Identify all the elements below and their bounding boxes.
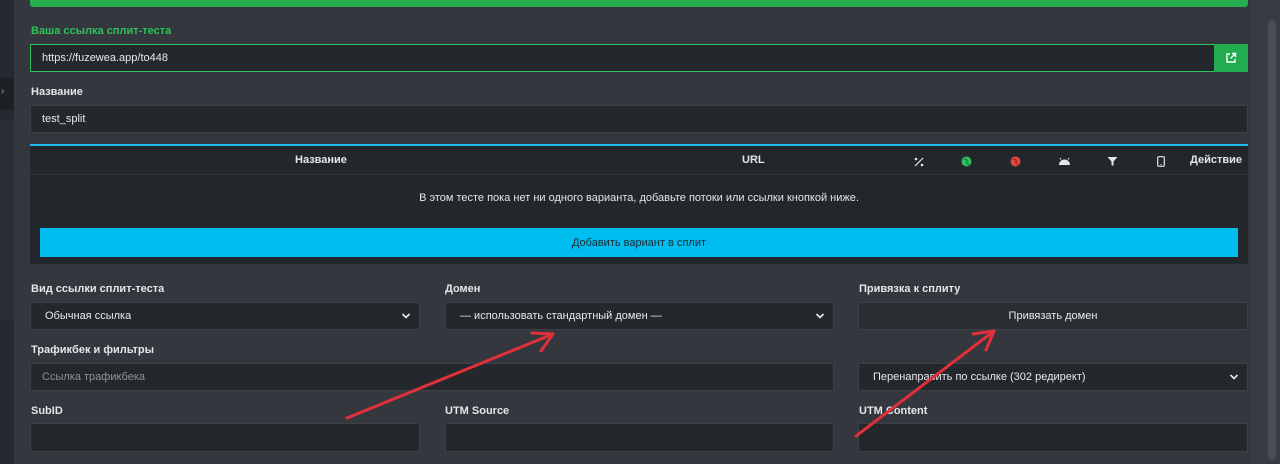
redirect-type-selected: Перенаправить по ссылке (302 редирект) xyxy=(873,371,1086,383)
bind-domain-button[interactable]: Привязать домен xyxy=(858,302,1248,330)
split-link-field[interactable]: https://fuzewea.app/to448 xyxy=(30,44,1215,72)
name-label: Название xyxy=(31,86,83,98)
chevron-down-icon xyxy=(1229,374,1239,380)
right-scroll-area xyxy=(1250,0,1280,464)
percent-icon xyxy=(914,154,924,172)
domain-label: Домен xyxy=(445,283,481,295)
utm-content-input[interactable] xyxy=(858,423,1248,452)
utm-source-input[interactable] xyxy=(445,423,834,452)
android-icon xyxy=(1058,154,1071,172)
link-type-label: Вид ссылки сплит-теста xyxy=(31,283,165,295)
open-link-button[interactable] xyxy=(1214,44,1248,72)
external-link-icon xyxy=(1226,52,1237,63)
scrollbar[interactable] xyxy=(1268,20,1276,460)
subid-label: SubID xyxy=(31,405,63,417)
left-sidebar-edge: › xyxy=(0,0,14,464)
column-header-action: Действие xyxy=(1190,154,1242,166)
add-variant-button[interactable]: Добавить вариант в сплит xyxy=(40,228,1238,257)
split-link-label: Ваша ссылка сплит-теста xyxy=(31,25,172,37)
column-header-name: Название xyxy=(295,154,347,166)
name-input[interactable]: test_split xyxy=(30,105,1248,133)
domain-selected: — использовать стандартный домен — xyxy=(460,310,662,322)
utm-content-label: UTM Content xyxy=(859,405,928,417)
mobile-icon xyxy=(1157,154,1165,172)
sidebar-section xyxy=(0,120,14,320)
column-header-url: URL xyxy=(742,154,765,166)
chevron-down-icon xyxy=(815,313,825,319)
table-header-divider xyxy=(30,174,1248,175)
empty-table-message: В этом тесте пока нет ни одного варианта… xyxy=(419,192,859,204)
link-type-select[interactable]: Обычная ссылка xyxy=(30,302,420,330)
success-bar xyxy=(30,0,1248,7)
chevron-down-icon xyxy=(401,313,411,319)
binding-label: Привязка к сплиту xyxy=(859,283,961,295)
redirect-type-select[interactable]: Перенаправить по ссылке (302 редирект) xyxy=(858,363,1248,391)
domain-select[interactable]: — использовать стандартный домен — xyxy=(445,302,834,330)
chevron-right-icon[interactable]: › xyxy=(1,86,4,97)
link-type-selected: Обычная ссылка xyxy=(45,310,132,322)
filter-icon xyxy=(1107,154,1118,172)
globe-red-icon xyxy=(1010,154,1021,172)
subid-input[interactable] xyxy=(30,423,420,452)
globe-green-icon xyxy=(961,154,972,172)
trafficback-label: Трафикбек и фильтры xyxy=(31,344,154,356)
trafficback-url-input[interactable]: Ссылка трафикбека xyxy=(30,363,834,391)
utm-source-label: UTM Source xyxy=(445,405,510,417)
variants-table: Название URL Действие В этом тесте пока … xyxy=(30,144,1248,264)
